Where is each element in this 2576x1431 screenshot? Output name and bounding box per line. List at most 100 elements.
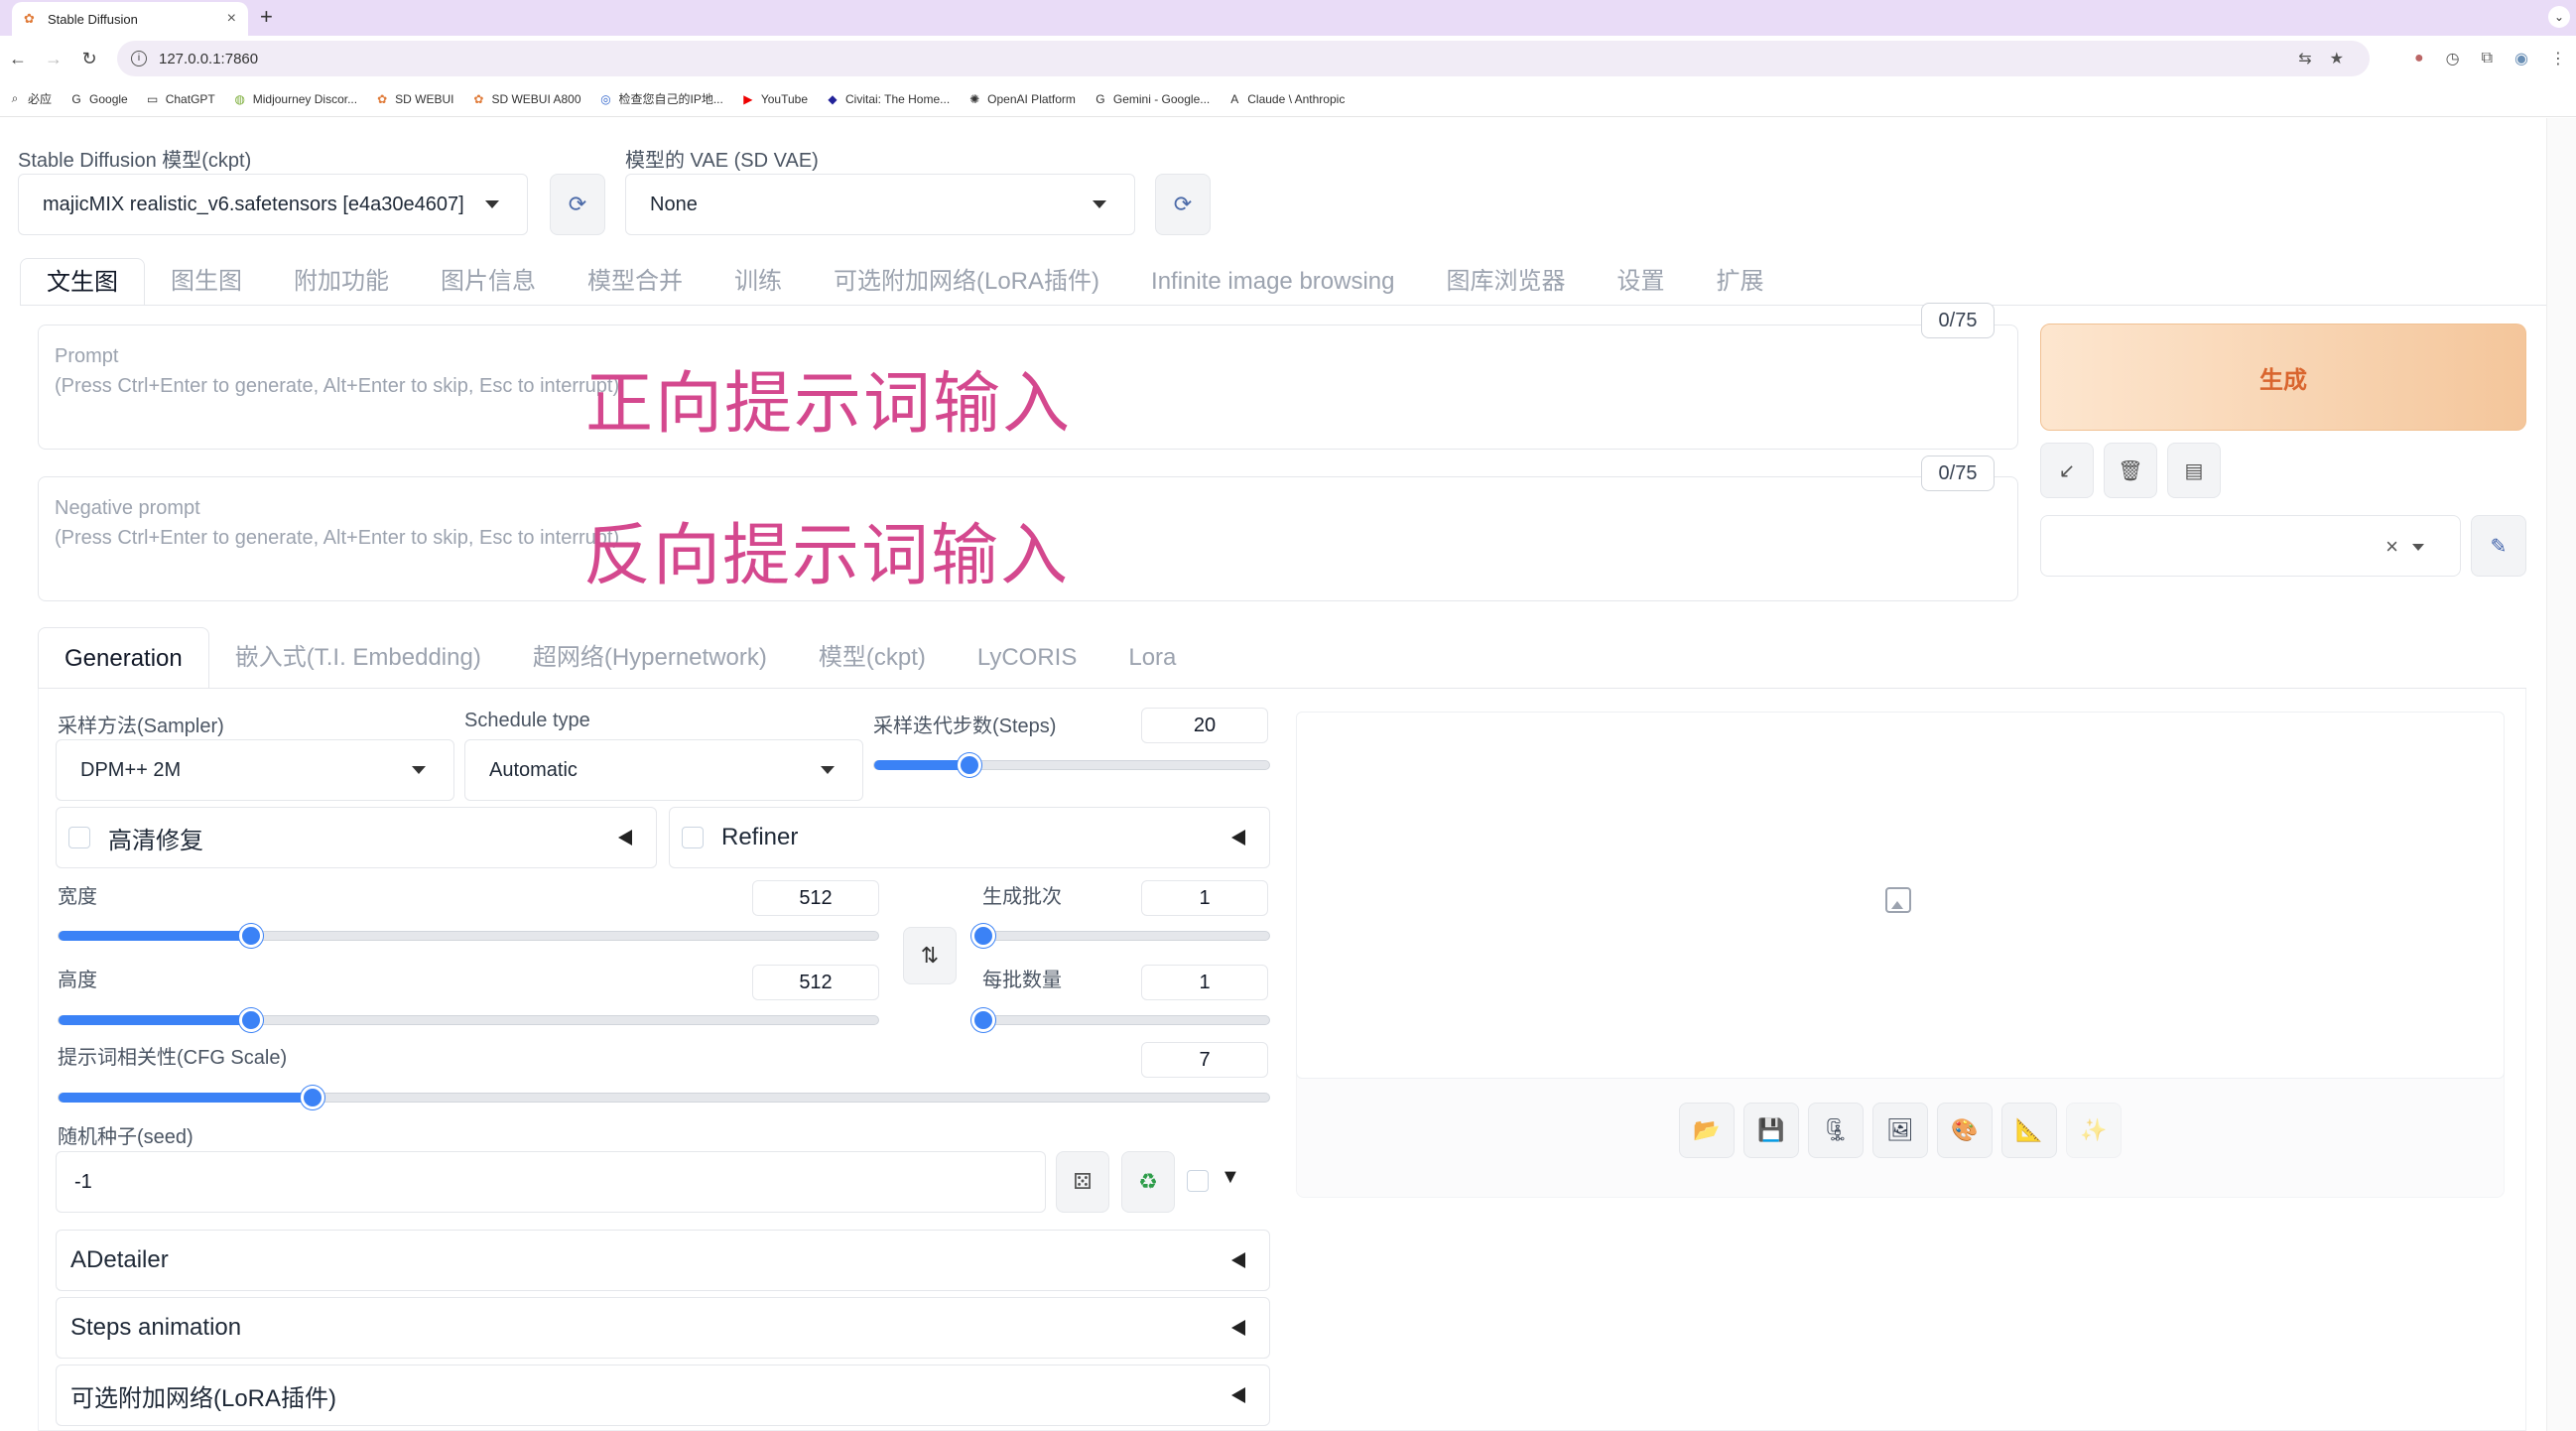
random-seed-button[interactable]: ⚄ <box>1056 1151 1109 1213</box>
tab-embedding[interactable]: 嵌入式(T.I. Embedding) <box>209 627 507 689</box>
steps-input[interactable]: 20 <box>1141 708 1268 743</box>
vae-dropdown[interactable]: None <box>625 174 1135 235</box>
bookmark-item[interactable]: ⌕ 必应 <box>8 90 52 107</box>
chevron-down-icon[interactable]: ⌄ <box>2548 6 2570 28</box>
bookmark-item[interactable]: ◎ 检查您自己的IP地... <box>599 90 723 107</box>
bookmark-item[interactable]: A Claude \ Anthropic <box>1227 92 1345 106</box>
batch-count-slider[interactable] <box>971 924 1270 948</box>
width-input[interactable]: 512 <box>752 880 879 916</box>
save-button[interactable]: 💾 <box>1743 1103 1799 1158</box>
send-to-img2img-button[interactable]: 🖼 <box>1872 1103 1928 1158</box>
extra-seed-checkbox[interactable] <box>1187 1170 1209 1192</box>
vae-label: 模型的 VAE (SD VAE) <box>625 150 819 172</box>
slider-handle[interactable] <box>239 924 264 948</box>
back-icon[interactable]: ← <box>0 49 36 69</box>
lora-accordion[interactable]: 可选附加网络(LoRA插件) <box>56 1365 1270 1426</box>
bookmark-item[interactable]: ✿ SD WEBUI A800 <box>471 92 580 106</box>
tab-infinite-image-browsing[interactable]: Infinite image browsing <box>1125 258 1420 306</box>
slider-handle[interactable] <box>301 1086 325 1109</box>
tab-train[interactable]: 训练 <box>708 258 808 306</box>
info-icon[interactable]: i <box>131 51 147 66</box>
tab-lora[interactable]: Lora <box>1102 627 1202 689</box>
generate-button[interactable]: 生成 <box>2040 324 2526 431</box>
hires-fix-accordion[interactable]: 高清修复 <box>56 807 657 868</box>
refiner-checkbox[interactable] <box>682 827 704 848</box>
width-slider[interactable] <box>58 924 879 948</box>
openai-icon: ✺ <box>969 91 980 106</box>
tab-img2img[interactable]: 图生图 <box>145 258 268 306</box>
translate-icon[interactable]: ⇆ <box>2298 49 2311 68</box>
slider-handle[interactable] <box>971 924 995 948</box>
tab-generation[interactable]: Generation <box>38 627 209 689</box>
tab-lycoris[interactable]: LyCORIS <box>952 627 1102 689</box>
sparkle-button[interactable]: ✨ <box>2066 1103 2122 1158</box>
ckpt-dropdown[interactable]: majicMIX realistic_v6.safetensors [e4a30… <box>18 174 528 235</box>
sampler-dropdown[interactable]: DPM++ 2M <box>56 739 454 801</box>
bookmark-star-icon[interactable]: ★ <box>2330 49 2344 68</box>
adetailer-accordion[interactable]: ADetailer <box>56 1230 1270 1291</box>
slider-handle[interactable] <box>971 1008 995 1032</box>
send-to-extras-button[interactable]: 📐 <box>2001 1103 2057 1158</box>
tab-extensions[interactable]: 扩展 <box>1691 258 1790 306</box>
styles-button[interactable]: ▤ <box>2167 443 2221 498</box>
avatar[interactable]: ◉ <box>2514 49 2528 68</box>
width-label: 宽度 <box>58 886 97 908</box>
close-icon[interactable]: × <box>227 10 236 28</box>
bookmark-item[interactable]: ✺ OpenAI Platform <box>967 92 1076 106</box>
height-slider[interactable] <box>58 1008 879 1032</box>
bookmark-item[interactable]: G Gemini - Google... <box>1094 92 1210 106</box>
schedule-dropdown[interactable]: Automatic <box>464 739 863 801</box>
reload-icon[interactable]: ↻ <box>71 49 107 69</box>
tab-settings[interactable]: 设置 <box>1592 258 1691 306</box>
batch-count-input[interactable]: 1 <box>1141 880 1268 916</box>
tab-additional-networks[interactable]: 可选附加网络(LoRA插件) <box>808 258 1125 306</box>
cfg-slider[interactable] <box>58 1086 1270 1109</box>
tab-image-browser[interactable]: 图库浏览器 <box>1421 258 1592 306</box>
styles-dropdown[interactable]: × <box>2040 515 2461 577</box>
height-input[interactable]: 512 <box>752 965 879 1000</box>
cfg-input[interactable]: 7 <box>1141 1042 1268 1078</box>
tab-png-info[interactable]: 图片信息 <box>415 258 562 306</box>
bookmark-item[interactable]: ◆ Civitai: The Home... <box>826 92 950 106</box>
send-to-inpaint-button[interactable]: 🎨 <box>1937 1103 1993 1158</box>
slider-handle[interactable] <box>957 753 981 777</box>
browser-tab[interactable]: ✿ Stable Diffusion × <box>12 2 248 36</box>
extension-icon[interactable]: ● <box>2414 50 2424 67</box>
swap-dimensions-button[interactable]: ⇅ <box>903 927 957 984</box>
hires-fix-checkbox[interactable] <box>68 827 90 848</box>
bookmark-item[interactable]: ▶ YouTube <box>741 92 808 106</box>
tab-ckpt[interactable]: 模型(ckpt) <box>793 627 952 689</box>
zip-button[interactable]: 🗜 <box>1808 1103 1864 1158</box>
bookmark-item[interactable]: ◍ Midjourney Discor... <box>233 92 357 106</box>
batch-size-slider[interactable] <box>971 1008 1270 1032</box>
reuse-seed-button[interactable]: ♻ <box>1121 1151 1175 1213</box>
forward-icon[interactable]: → <box>36 49 71 69</box>
steps-animation-accordion[interactable]: Steps animation <box>56 1297 1270 1359</box>
seed-input[interactable]: -1 <box>56 1151 1046 1213</box>
new-tab-icon[interactable]: + <box>260 4 273 30</box>
open-folder-button[interactable]: 📂 <box>1679 1103 1735 1158</box>
tab-txt2img[interactable]: 文生图 <box>20 258 145 306</box>
refresh-ckpt-button[interactable]: ⟳ <box>550 174 605 235</box>
bookmark-item[interactable]: ▭ ChatGPT <box>146 92 215 106</box>
refresh-vae-button[interactable]: ⟳ <box>1155 174 1211 235</box>
close-icon[interactable]: × <box>2385 534 2398 560</box>
history-icon[interactable]: ◷ <box>2446 49 2460 68</box>
read-params-button[interactable]: ↙ <box>2040 443 2094 498</box>
tab-extras[interactable]: 附加功能 <box>268 258 415 306</box>
page-scrollbar[interactable] <box>2546 118 2576 1431</box>
address-bar[interactable]: i 127.0.0.1:7860 ⇆ ★ <box>117 41 2370 76</box>
steps-slider[interactable] <box>873 753 1270 777</box>
tab-hypernetwork[interactable]: 超网络(Hypernetwork) <box>507 627 793 689</box>
tab-checkpoint-merger[interactable]: 模型合并 <box>562 258 708 306</box>
slider-handle[interactable] <box>239 1008 264 1032</box>
clear-prompt-button[interactable]: 🗑 <box>2104 443 2157 498</box>
menu-icon[interactable]: ⋮ <box>2550 49 2566 68</box>
extra-seed-toggle[interactable]: ▼ <box>1221 1166 1240 1189</box>
edit-styles-button[interactable]: ✎ <box>2471 515 2526 577</box>
bookmark-item[interactable]: ✿ SD WEBUI <box>375 92 453 106</box>
bookmark-item[interactable]: G Google <box>69 92 127 106</box>
puzzle-icon[interactable]: ⧉ <box>2482 50 2493 67</box>
refiner-accordion[interactable]: Refiner <box>669 807 1270 868</box>
batch-size-input[interactable]: 1 <box>1141 965 1268 1000</box>
